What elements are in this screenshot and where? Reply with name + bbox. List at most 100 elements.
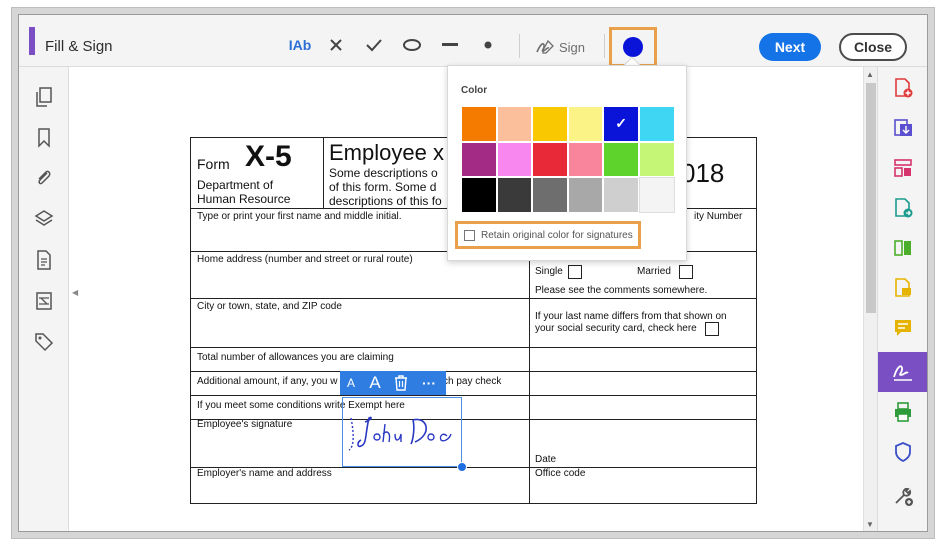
tag-icon[interactable] xyxy=(32,330,56,354)
scroll-down-icon[interactable]: ▼ xyxy=(866,520,874,529)
color-picker-icon xyxy=(623,37,643,57)
color-popover: Color ✓ Retain original color for signat… xyxy=(447,65,687,261)
app-window: Fill & Sign IAb Sign Next Close ◀ ▲ ▼ Fo… xyxy=(18,14,928,532)
lastname-checkbox[interactable] xyxy=(705,322,719,336)
employee-signature-label: Employee's signature xyxy=(197,419,293,430)
color-swatch[interactable] xyxy=(532,141,568,178)
color-swatch[interactable] xyxy=(567,141,604,178)
more-tools-icon[interactable] xyxy=(890,483,916,509)
employer-label[interactable]: Employer's name and address xyxy=(197,468,332,479)
collapse-left-panel-icon[interactable]: ◀ xyxy=(72,288,78,297)
allowances-label[interactable]: Total number of allowances you are claim… xyxy=(197,352,394,363)
retain-color-label: Retain original color for signatures xyxy=(481,229,633,241)
date-label[interactable]: Date xyxy=(535,454,556,465)
vertical-scrollbar[interactable]: ▲ ▼ xyxy=(863,67,877,531)
form-department: Department of xyxy=(197,178,274,192)
comments-note: Please see the comments somewhere. xyxy=(535,285,708,296)
color-swatch[interactable] xyxy=(461,177,497,213)
document-icon[interactable] xyxy=(32,248,56,272)
color-swatch[interactable] xyxy=(638,177,675,213)
dot-icon[interactable] xyxy=(477,33,499,57)
additional-amount-label[interactable]: Additional amount, if any, you w xyxy=(197,376,337,387)
fill-sign-icon[interactable] xyxy=(890,359,916,385)
name-field-label[interactable]: Type or print your first name and middle… xyxy=(197,211,402,222)
close-button[interactable]: Close xyxy=(839,33,907,61)
ellipse-icon[interactable] xyxy=(401,33,423,57)
increase-size-button[interactable]: A xyxy=(362,373,388,393)
protect-icon[interactable] xyxy=(890,439,916,465)
resize-handle[interactable] xyxy=(457,462,467,472)
color-swatch[interactable] xyxy=(461,106,497,142)
sign-button[interactable]: Sign xyxy=(535,35,585,59)
left-navigation-rail xyxy=(19,67,69,531)
color-label: Color xyxy=(461,85,488,96)
export-pdf-icon[interactable] xyxy=(890,115,916,141)
toolbar-divider xyxy=(604,34,605,58)
edit-pdf-icon[interactable] xyxy=(890,195,916,221)
retain-color-option[interactable]: Retain original color for signatures xyxy=(455,221,641,249)
sign-label: Sign xyxy=(559,39,586,55)
color-swatch[interactable] xyxy=(567,177,604,213)
comment-icon[interactable] xyxy=(890,315,916,341)
married-checkbox[interactable] xyxy=(679,265,693,279)
check-icon[interactable] xyxy=(363,33,385,57)
home-address-label[interactable]: Home address (number and street or rural… xyxy=(197,254,413,265)
color-swatch[interactable] xyxy=(496,177,533,213)
color-swatch[interactable] xyxy=(461,141,497,178)
color-swatch[interactable] xyxy=(532,106,568,142)
text-tool-label: IAb xyxy=(288,37,312,53)
scroll-thumb[interactable] xyxy=(866,83,876,313)
attachment-icon[interactable] xyxy=(32,166,56,190)
tool-title: Fill & Sign xyxy=(45,38,113,55)
color-swatch[interactable] xyxy=(532,177,568,213)
text-tool-icon[interactable]: IAb xyxy=(287,33,313,57)
form-description: of this form. Some d xyxy=(329,180,437,194)
form-department: Human Resource xyxy=(197,192,291,206)
color-swatch[interactable] xyxy=(603,177,639,213)
decrease-size-button[interactable]: A xyxy=(340,376,362,390)
color-swatch-selected[interactable]: ✓ xyxy=(603,106,639,142)
color-swatch[interactable] xyxy=(567,106,604,142)
color-swatch[interactable] xyxy=(496,141,533,178)
more-options-icon[interactable]: ··· xyxy=(414,375,444,391)
form-heading: Employee x xyxy=(329,140,444,165)
office-code-label[interactable]: Office code xyxy=(535,468,585,479)
next-button[interactable]: Next xyxy=(759,33,821,61)
single-label: Single xyxy=(535,266,563,277)
color-swatch[interactable] xyxy=(638,141,675,178)
signature-toolbar: A A ··· xyxy=(340,371,446,395)
pages-icon[interactable] xyxy=(32,85,56,109)
retain-color-checkbox[interactable] xyxy=(464,229,475,241)
form-year: 018 xyxy=(681,158,725,188)
create-pdf-icon[interactable] xyxy=(890,75,916,101)
additional-amount-label: ch pay check xyxy=(443,376,502,387)
cross-icon[interactable] xyxy=(325,33,347,57)
color-swatch[interactable] xyxy=(638,106,675,142)
signature-field[interactable] xyxy=(342,397,462,467)
single-checkbox[interactable] xyxy=(568,265,582,279)
top-toolbar: Fill & Sign IAb Sign Next Close xyxy=(19,15,927,67)
comment-file-icon[interactable] xyxy=(890,275,916,301)
color-swatch[interactable] xyxy=(603,141,639,178)
color-swatch-grid: ✓ xyxy=(461,106,675,213)
combine-icon[interactable] xyxy=(890,235,916,261)
ssn-label: ity Number xyxy=(694,211,743,222)
scroll-up-icon[interactable]: ▲ xyxy=(866,70,874,79)
print-production-icon[interactable] xyxy=(890,399,916,425)
city-label[interactable]: City or town, state, and ZIP code xyxy=(197,301,342,312)
compare-icon[interactable] xyxy=(32,289,56,313)
bookmark-icon[interactable] xyxy=(32,126,56,150)
lastname-note: If your last name differs from that show… xyxy=(535,311,727,322)
sign-icon xyxy=(535,39,555,55)
toolbar-divider xyxy=(519,34,520,58)
tool-accent-bar xyxy=(29,27,35,55)
form-description: Some descriptions o xyxy=(329,166,438,180)
right-tools-rail xyxy=(877,67,927,531)
color-swatch[interactable] xyxy=(496,106,533,142)
line-icon[interactable] xyxy=(439,33,461,57)
organize-pages-icon[interactable] xyxy=(890,155,916,181)
form-word: Form xyxy=(197,156,230,172)
layers-icon[interactable] xyxy=(32,207,56,231)
married-label: Married xyxy=(637,266,671,277)
delete-icon[interactable] xyxy=(388,375,414,391)
